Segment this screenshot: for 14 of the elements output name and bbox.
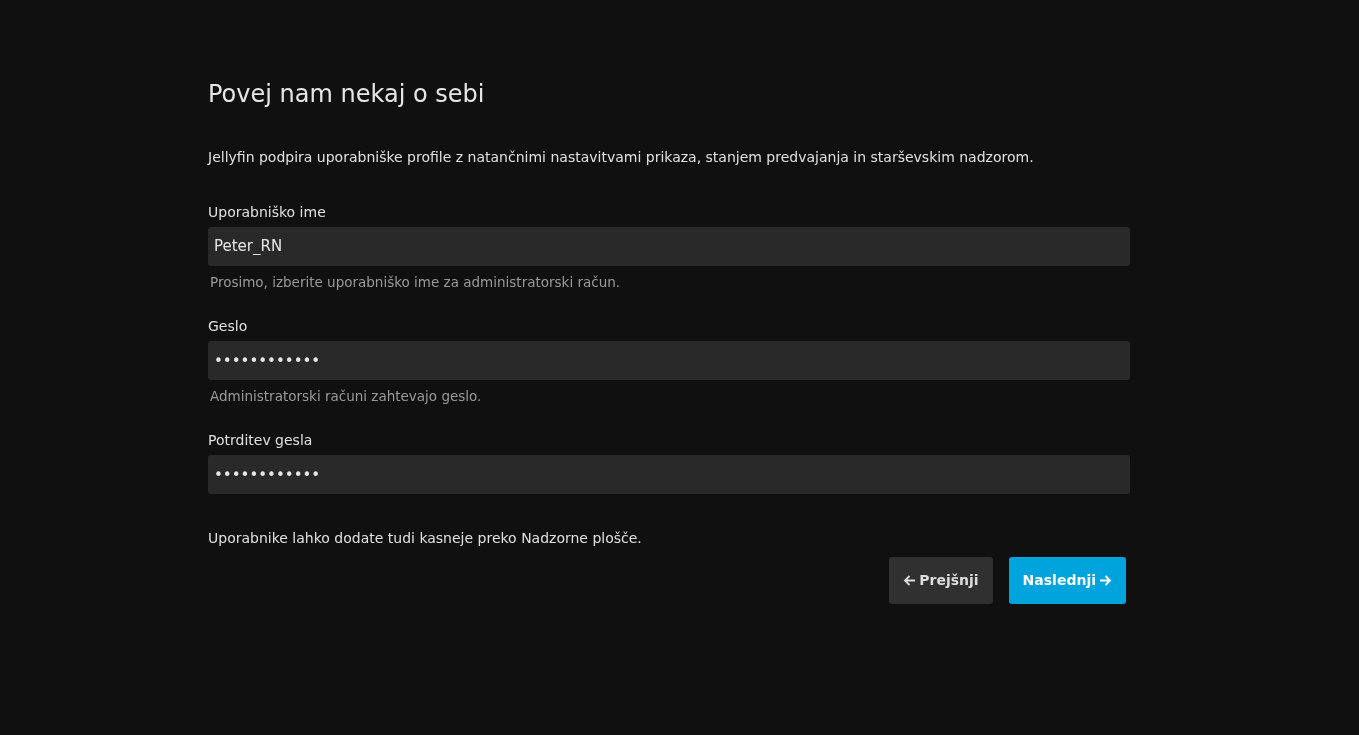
intro-text: Jellyfin podpira uporabniške profile z natančnimi nastavitvami prikaza, stanjem predvajanja in starševskim nadzorom.	[208, 147, 1035, 167]
input-field[interactable]: ••••••••••••	[208, 455, 1130, 495]
back-button[interactable]: Prejšnji	[889, 557, 993, 605]
field-label: Uporabniško ime	[208, 202, 327, 222]
page-title: Povej nam nekaj o sebi	[208, 80, 486, 109]
input-field[interactable]: ••••••••••••	[208, 341, 1130, 381]
help-text: Prosimo, izberite uporabniško ime za administratorski račun.	[210, 272, 622, 292]
note-text: Uporabnike lahko dodate tudi kasneje preko Nadzorne plošče.	[208, 529, 643, 549]
left-arrow-icon	[903, 574, 917, 588]
field-label: Geslo	[208, 317, 249, 337]
input-field[interactable]: Peter_RN	[208, 226, 1130, 266]
field-label: Potrditev gesla	[208, 431, 314, 451]
help-text: Administratorski računi zahtevajo geslo.	[210, 387, 483, 407]
right-arrow-icon	[1099, 574, 1112, 588]
